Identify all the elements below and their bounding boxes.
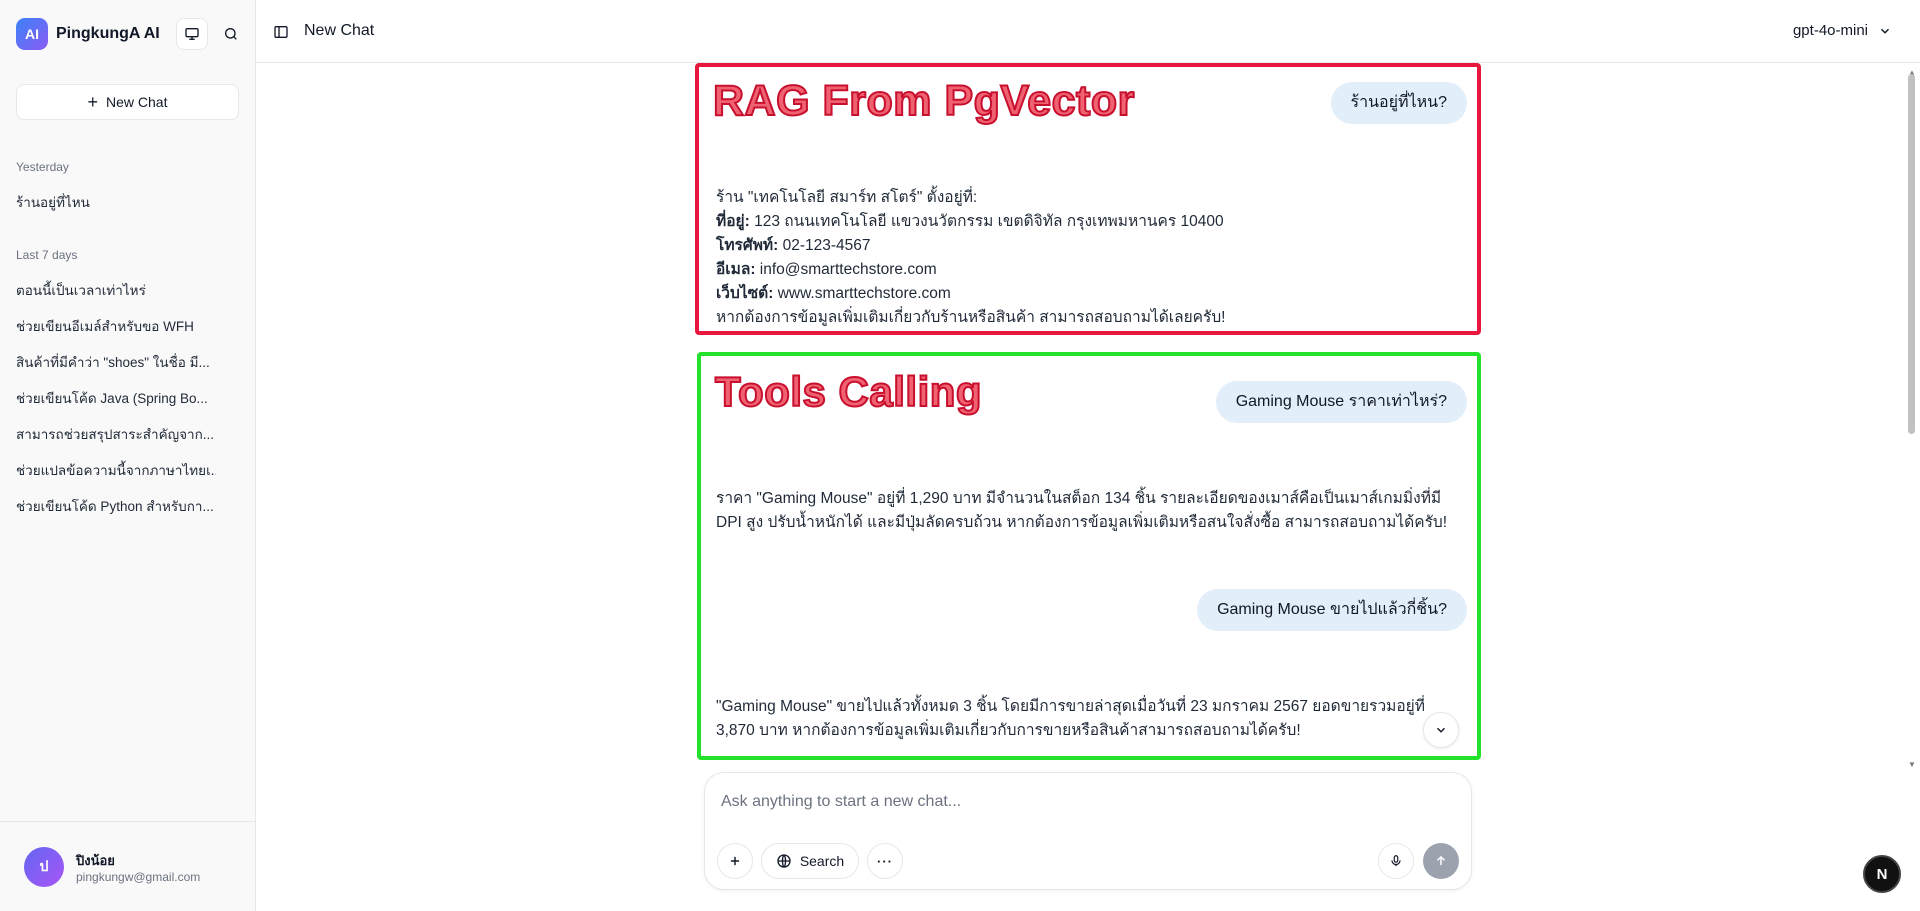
phone-value: 02-123-4567 — [782, 237, 871, 254]
sidebar-toggle-button[interactable] — [270, 21, 292, 43]
history-item[interactable]: ร้านอยู่ที่ไหน — [16, 191, 216, 213]
monitor-button[interactable] — [176, 18, 208, 50]
chevron-down-icon — [1436, 727, 1446, 733]
assistant-message: ร้าน "เทคโนโลยี สมาร์ท สโตร์" ตั้งอยู่ที… — [716, 186, 1456, 330]
sidebar-toggle-icon — [274, 26, 288, 38]
chat-input[interactable] — [721, 787, 1451, 817]
user-profile[interactable]: ป ปิงน้อย pingkungw@gmail.com — [0, 821, 256, 911]
user-email: pingkungw@gmail.com — [76, 870, 201, 884]
avatar: ป — [24, 847, 64, 887]
history-group-label: Last 7 days — [16, 248, 78, 262]
tools-annotation-box: Tools Calling Gaming Mouse ราคาเท่าไหร่?… — [697, 352, 1481, 760]
plus-icon — [730, 856, 740, 866]
more-options-button[interactable]: ··· — [867, 843, 903, 879]
phone-label: โทรศัพท์: — [716, 237, 779, 254]
top-header: New Chat gpt-4o-mini — [256, 0, 1920, 63]
address-label: ที่อยู่: — [716, 213, 750, 230]
app-name: PingkungA AI — [56, 25, 160, 42]
model-selector[interactable]: gpt-4o-mini — [1793, 22, 1892, 39]
history-item[interactable]: สามารถช่วยสรุปสาระสำคัญจาก... — [16, 423, 216, 445]
history-item[interactable]: ตอนนี้เป็นเวลาเท่าไหร่ — [16, 279, 216, 301]
monitor-icon — [185, 27, 199, 40]
next-dev-badge[interactable]: N — [1863, 855, 1901, 893]
sidebar-search-button[interactable] — [215, 18, 247, 50]
search-icon — [225, 28, 237, 40]
app-logo: AI — [16, 18, 48, 50]
arrow-up-icon — [1436, 855, 1446, 866]
globe-icon — [777, 854, 791, 868]
brand[interactable]: AI PingkungA AI — [16, 18, 160, 50]
chevron-down-icon — [1880, 28, 1890, 34]
rag-overlay-title: RAG From PgVector — [712, 76, 1135, 126]
assistant-line: DPI สูง ปรับน้ำหนักได้ และมีปุ่มลัดครบถ้… — [716, 514, 1448, 531]
history-item[interactable]: สินค้าที่มีคำว่า "shoes" ในชื่อ มี... — [16, 351, 216, 373]
sidebar: AI PingkungA AI + New Chat Yesterday ร้า… — [0, 0, 256, 911]
assistant-message: "Gaming Mouse" ขายไปแล้วทั้งหมด 3 ชิ้น โ… — [716, 695, 1476, 743]
new-chat-label: New Chat — [106, 94, 168, 110]
history-item[interactable]: ช่วยเขียนโค้ด Java (Spring Bo... — [16, 387, 216, 409]
composer: Search ··· — [704, 772, 1472, 890]
scroll-thumb[interactable] — [1908, 74, 1915, 434]
assistant-line: หากต้องการข้อมูลเพิ่มเติมเกี่ยวกับร้านหร… — [716, 309, 1226, 326]
chat-scrollbar[interactable]: ▲ ▼ — [1904, 64, 1920, 770]
search-toggle-button[interactable]: Search — [761, 843, 859, 879]
website-label: เว็บไซต์: — [716, 285, 774, 302]
plus-icon: + — [87, 92, 99, 112]
scroll-down-arrow[interactable]: ▼ — [1908, 760, 1916, 769]
email-label: อีเมล: — [716, 261, 756, 278]
assistant-line: ร้าน "เทคโนโลยี สมาร์ท สโตร์" ตั้งอยู่ที… — [716, 189, 978, 206]
website-value: www.smarttechstore.com — [777, 285, 951, 302]
new-chat-button[interactable]: + New Chat — [16, 84, 239, 120]
ellipsis-icon: ··· — [877, 853, 893, 869]
email-value: info@smarttechstore.com — [759, 261, 937, 278]
send-button[interactable] — [1423, 843, 1459, 879]
assistant-line: 3,870 บาท หากต้องการข้อมูลเพิ่มเติมเกี่ย… — [716, 722, 1301, 739]
model-name: gpt-4o-mini — [1792, 22, 1868, 39]
history-item[interactable]: ช่วยแปลข้อความนี้จากภาษาไทยเ... — [16, 459, 216, 481]
attach-button[interactable] — [717, 843, 753, 879]
user-message: Gaming Mouse ขายไปแล้วกี่ชิ้น? — [1197, 589, 1467, 631]
user-name: ปิงน้อย — [76, 853, 115, 868]
microphone-icon — [1391, 855, 1401, 867]
tools-overlay-title: Tools Calling — [714, 367, 983, 416]
page-title: New Chat — [304, 22, 375, 39]
address-value: 123 ถนนเทคโนโลยี แขวงนวัตกรรม เขตดิจิทัล… — [754, 213, 1224, 230]
search-toggle-label: Search — [799, 853, 845, 869]
history-group-label: Yesterday — [16, 160, 69, 174]
history-item[interactable]: ช่วยเขียนโค้ด Python สำหรับกา... — [16, 495, 216, 517]
rag-annotation-box: RAG From PgVector ร้านอยู่ที่ไหน? ร้าน "… — [695, 63, 1481, 335]
assistant-message: ราคา "Gaming Mouse" อยู่ที่ 1,290 บาท มี… — [716, 487, 1476, 535]
user-message: Gaming Mouse ราคาเท่าไหร่? — [1215, 381, 1467, 423]
voice-input-button[interactable] — [1378, 843, 1414, 879]
assistant-line: "Gaming Mouse" ขายไปแล้วทั้งหมด 3 ชิ้น โ… — [716, 698, 1425, 715]
scroll-to-bottom-button[interactable] — [1423, 712, 1459, 748]
chat-area: RAG From PgVector ร้านอยู่ที่ไหน? ร้าน "… — [256, 63, 1920, 764]
history-item[interactable]: ช่วยเขียนอีเมล์สำหรับขอ WFH — [16, 315, 216, 337]
assistant-line: ราคา "Gaming Mouse" อยู่ที่ 1,290 บาท มี… — [716, 490, 1442, 507]
user-message: ร้านอยู่ที่ไหน? — [1330, 82, 1467, 124]
